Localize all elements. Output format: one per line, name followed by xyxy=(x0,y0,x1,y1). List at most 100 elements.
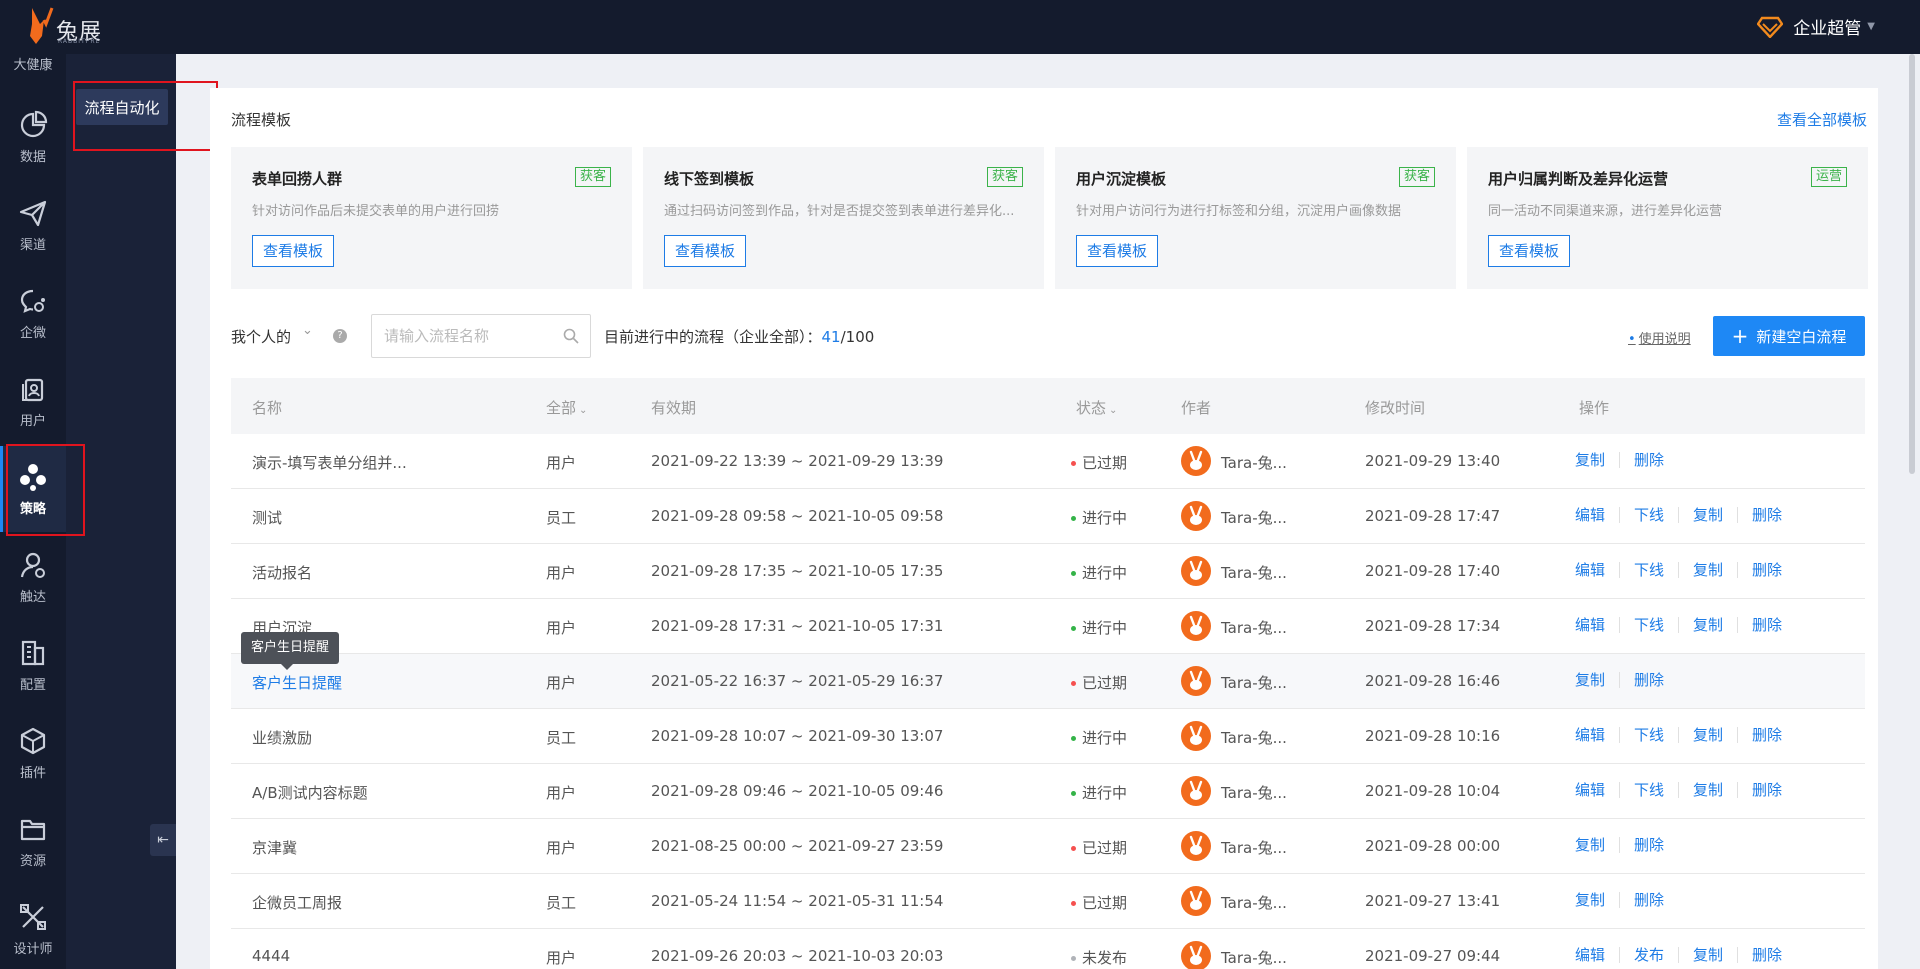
user-card-icon xyxy=(22,378,44,401)
copy-link[interactable]: 复制 xyxy=(1678,507,1737,523)
nav-item-user[interactable]: 用户 xyxy=(0,358,66,444)
search-icon[interactable] xyxy=(562,327,580,345)
delete-link[interactable]: 删除 xyxy=(1737,617,1796,633)
copy-link[interactable]: 复制 xyxy=(1575,672,1619,688)
col-scope-filter[interactable]: 全部 ⌄ xyxy=(546,397,587,418)
edit-link[interactable]: 编辑 xyxy=(1575,562,1619,578)
view-template-button[interactable]: 查看模板 xyxy=(1488,235,1571,267)
nav-item-plugin[interactable]: 插件 xyxy=(0,710,66,796)
publish-link[interactable]: 发布 xyxy=(1619,947,1678,963)
delete-link[interactable]: 删除 xyxy=(1619,837,1678,853)
flow-name[interactable]: 演示-填写表单分组并... xyxy=(252,452,407,473)
flow-modified: 2021-09-27 13:41 xyxy=(1365,892,1501,910)
nav-label: 渠道 xyxy=(19,237,46,253)
offline-link[interactable]: 下线 xyxy=(1619,617,1678,633)
flow-name[interactable]: A/B测试内容标题 xyxy=(252,782,368,803)
table-row[interactable]: 京津冀 用户 2021-08-25 00:00 ~ 2021-09-27 23:59… xyxy=(231,819,1865,874)
new-blank-flow-button[interactable]: + 新建空白流程 xyxy=(1713,316,1865,356)
delete-link[interactable]: 删除 xyxy=(1737,727,1796,743)
search-field[interactable] xyxy=(371,314,591,358)
delete-link[interactable]: 删除 xyxy=(1619,892,1678,908)
help-icon[interactable]: ? xyxy=(333,329,347,343)
flow-name[interactable]: 业绩激励 xyxy=(252,727,312,748)
copy-link[interactable]: 复制 xyxy=(1678,782,1737,798)
status-dot-icon xyxy=(1071,901,1076,906)
flow-modified: 2021-09-28 17:34 xyxy=(1365,617,1501,635)
view-template-button[interactable]: 查看模板 xyxy=(664,235,747,267)
edit-link[interactable]: 编辑 xyxy=(1575,947,1619,963)
flow-name[interactable]: 4444 xyxy=(252,947,290,965)
template-card: 用户沉淀模板 获客 针对用户访问行为进行打标签和分组，沉淀用户画像数据 查看模板 xyxy=(1055,147,1456,289)
delete-link[interactable]: 删除 xyxy=(1737,562,1796,578)
chevron-down-icon[interactable]: ⌄ xyxy=(302,323,313,338)
avatar xyxy=(1181,666,1211,696)
delete-link[interactable]: 删除 xyxy=(1737,947,1796,963)
col-status-filter[interactable]: 状态 ⌄ xyxy=(1076,397,1117,418)
table-header: 名称 全部 ⌄ 有效期 状态 ⌄ 作者 修改时间 操作 xyxy=(231,378,1865,434)
delete-link[interactable]: 删除 xyxy=(1737,782,1796,798)
nav-item-channel[interactable]: 渠道 xyxy=(0,182,66,268)
table-row[interactable]: 客户生日提醒 用户 2021-05-22 16:37 ~ 2021-05-29 16… xyxy=(231,654,1865,709)
view-all-templates-link[interactable]: 查看全部模板 xyxy=(1777,109,1867,130)
nav-item-wecom[interactable]: 企微 xyxy=(0,270,66,356)
view-template-button[interactable]: 查看模板 xyxy=(1076,235,1159,267)
delete-link[interactable]: 删除 xyxy=(1737,507,1796,523)
edit-link[interactable]: 编辑 xyxy=(1575,727,1619,743)
user-menu[interactable]: 企业超管 ▼ xyxy=(1757,14,1875,39)
nav-item-resource[interactable]: 资源 xyxy=(0,798,66,884)
offline-link[interactable]: 下线 xyxy=(1619,782,1678,798)
status-text: 已过期 xyxy=(1082,454,1128,472)
scope-select[interactable]: 我个人的 xyxy=(231,326,291,347)
nav-item-reach[interactable]: 触达 xyxy=(0,534,66,620)
edit-link[interactable]: 编辑 xyxy=(1575,507,1619,523)
delete-link[interactable]: 删除 xyxy=(1619,672,1678,688)
copy-link[interactable]: 复制 xyxy=(1678,562,1737,578)
table-row[interactable]: 测试 员工 2021-09-28 09:58 ~ 2021-10-05 09:58 进… xyxy=(231,489,1865,544)
copy-link[interactable]: 复制 xyxy=(1575,452,1619,468)
search-input[interactable] xyxy=(372,315,552,357)
col-author: 作者 xyxy=(1181,399,1212,417)
flow-name[interactable]: 活动报名 xyxy=(252,562,312,583)
copy-link[interactable]: 复制 xyxy=(1678,617,1737,633)
nav-top-label[interactable]: 大健康 xyxy=(0,54,66,73)
flow-validity: 2021-05-24 11:54 ~ 2021-05-31 11:54 xyxy=(651,892,944,910)
nav-label: 配置 xyxy=(19,677,46,693)
status-badge: 已过期 xyxy=(1071,837,1127,858)
offline-link[interactable]: 下线 xyxy=(1619,727,1678,743)
nav-item-config[interactable]: 配置 xyxy=(0,622,66,708)
table-row[interactable]: 企微员工周报 员工 2021-05-24 11:54 ~ 2021-05-31 11… xyxy=(231,874,1865,929)
scrollbar-thumb[interactable] xyxy=(1909,54,1915,474)
page-scrollbar[interactable] xyxy=(1905,54,1920,969)
delete-link[interactable]: 删除 xyxy=(1619,452,1678,468)
table-row[interactable]: 业绩激励 员工 2021-09-28 10:07 ~ 2021-09-30 13:0… xyxy=(231,709,1865,764)
copy-link[interactable]: 复制 xyxy=(1678,727,1737,743)
collapse-sidebar-button[interactable]: ⇤ xyxy=(150,824,176,856)
view-template-button[interactable]: 查看模板 xyxy=(252,235,335,267)
copy-link[interactable]: 复制 xyxy=(1575,892,1619,908)
status-badge: 进行中 xyxy=(1071,562,1127,583)
offline-link[interactable]: 下线 xyxy=(1619,507,1678,523)
usage-guide-link[interactable]: • 使用说明 xyxy=(1628,328,1691,347)
flow-name[interactable]: 京津冀 xyxy=(252,837,297,858)
avatar xyxy=(1181,611,1211,641)
copy-link[interactable]: 复制 xyxy=(1575,837,1619,853)
nav-item-data[interactable]: 数据 xyxy=(0,94,66,180)
status-badge: 进行中 xyxy=(1071,727,1127,748)
flow-name[interactable]: 企微员工周报 xyxy=(252,892,342,913)
table-row[interactable]: 活动报名 用户 2021-09-28 17:35 ~ 2021-10-05 17:3… xyxy=(231,544,1865,599)
chevron-down-icon: ▼ xyxy=(1867,21,1875,32)
col-ops: 操作 xyxy=(1579,399,1610,417)
table-row[interactable]: 演示-填写表单分组并... 用户 2021-09-22 13:39 ~ 2021-0… xyxy=(231,434,1865,489)
table-row[interactable]: 4444 用户 2021-09-26 20:03 ~ 2021-10-03 20:0… xyxy=(231,929,1865,969)
flow-author: Tara-兔... xyxy=(1221,729,1287,747)
edit-link[interactable]: 编辑 xyxy=(1575,617,1619,633)
edit-link[interactable]: 编辑 xyxy=(1575,782,1619,798)
flow-name[interactable]: 测试 xyxy=(252,507,282,528)
flow-validity: 2021-05-22 16:37 ~ 2021-05-29 16:37 xyxy=(651,672,944,690)
table-row[interactable]: A/B测试内容标题 用户 2021-09-28 09:46 ~ 2021-10-05… xyxy=(231,764,1865,819)
flow-name[interactable]: 客户生日提醒 xyxy=(252,672,342,693)
table-row[interactable]: 用户沉淀 用户 2021-09-28 17:31 ~ 2021-10-05 17:3… xyxy=(231,599,1865,654)
copy-link[interactable]: 复制 xyxy=(1678,947,1737,963)
nav-item-designer[interactable]: 设计师 xyxy=(0,886,66,969)
offline-link[interactable]: 下线 xyxy=(1619,562,1678,578)
